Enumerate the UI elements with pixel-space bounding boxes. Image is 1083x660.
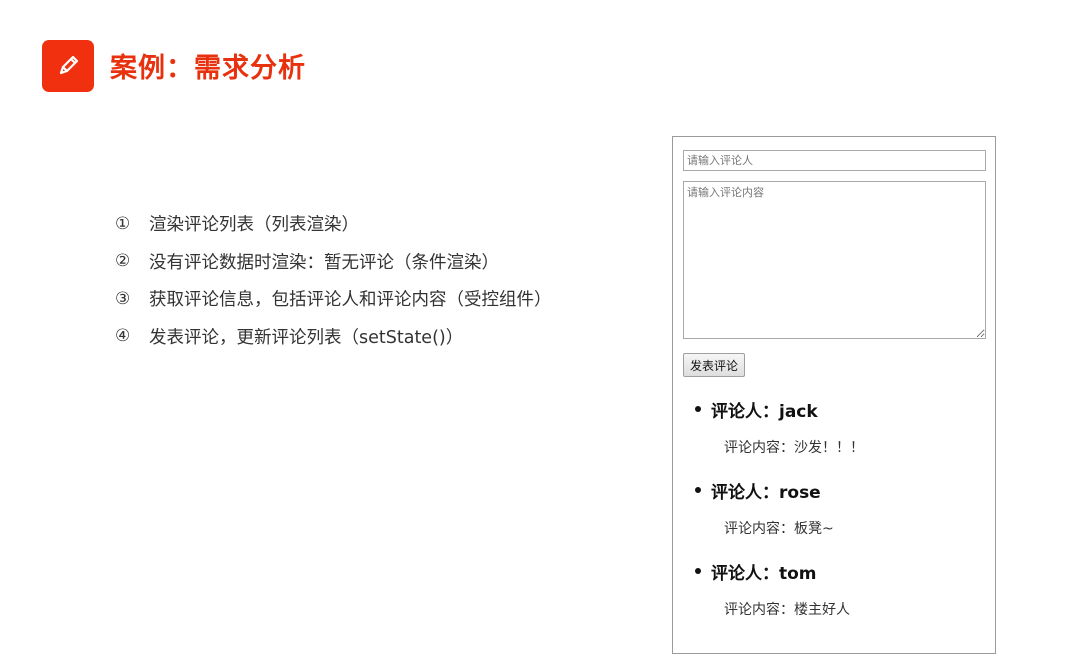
requirement-item: ② 没有评论数据时渲染：暂无评论（条件渲染） [115,243,552,281]
comment-demo-panel: 发表评论 评论人：jack 评论内容：沙发！！！ 评论人：rose 评论内容：板… [672,136,996,654]
requirement-item: ④ 发表评论，更新评论列表（setState()） [115,318,552,356]
content-textarea[interactable] [683,181,986,339]
requirement-text: 获取评论信息，包括评论人和评论内容（受控组件） [149,290,552,311]
author-input[interactable] [683,150,986,171]
requirement-number: ① [115,213,131,234]
comment-content: 评论内容：楼主好人 [724,602,850,618]
comment-content: 评论内容：板凳~ [724,521,834,537]
bullet-icon [695,568,701,574]
requirement-text: 渲染评论列表（列表渲染） [149,215,359,236]
comment-content: 评论内容：沙发！！！ [724,440,864,456]
requirement-number: ② [115,251,131,272]
comment-list: 评论人：jack 评论内容：沙发！！！ 评论人：rose 评论内容：板凳~ 评论… [695,394,864,637]
requirement-item: ③ 获取评论信息，包括评论人和评论内容（受控组件） [115,280,552,318]
bullet-icon [695,406,701,412]
requirements-list: ① 渲染评论列表（列表渲染） ② 没有评论数据时渲染：暂无评论（条件渲染） ③ … [115,205,552,355]
comment-author-row: 评论人：rose [695,475,864,505]
submit-comment-button[interactable]: 发表评论 [683,353,746,377]
requirement-item: ① 渲染评论列表（列表渲染） [115,205,552,243]
comment-author-row: 评论人：tom [695,556,864,586]
comment-item: 评论人：jack 评论内容：沙发！！！ [695,394,864,475]
comment-author-row: 评论人：jack [695,394,864,424]
requirement-text: 没有评论数据时渲染：暂无评论（条件渲染） [149,252,499,273]
bullet-icon [695,487,701,493]
page-title: 案例：需求分析 [110,53,306,84]
requirement-number: ④ [115,326,131,347]
comment-author: 评论人：rose [711,482,821,503]
comment-item: 评论人：rose 评论内容：板凳~ [695,475,864,556]
pencil-icon [42,40,94,92]
comment-author: 评论人：tom [711,563,817,584]
requirement-number: ③ [115,288,131,309]
comment-item: 评论人：tom 评论内容：楼主好人 [695,556,864,637]
requirement-text: 发表评论，更新评论列表（setState()） [149,327,464,348]
comment-author: 评论人：jack [711,401,818,422]
